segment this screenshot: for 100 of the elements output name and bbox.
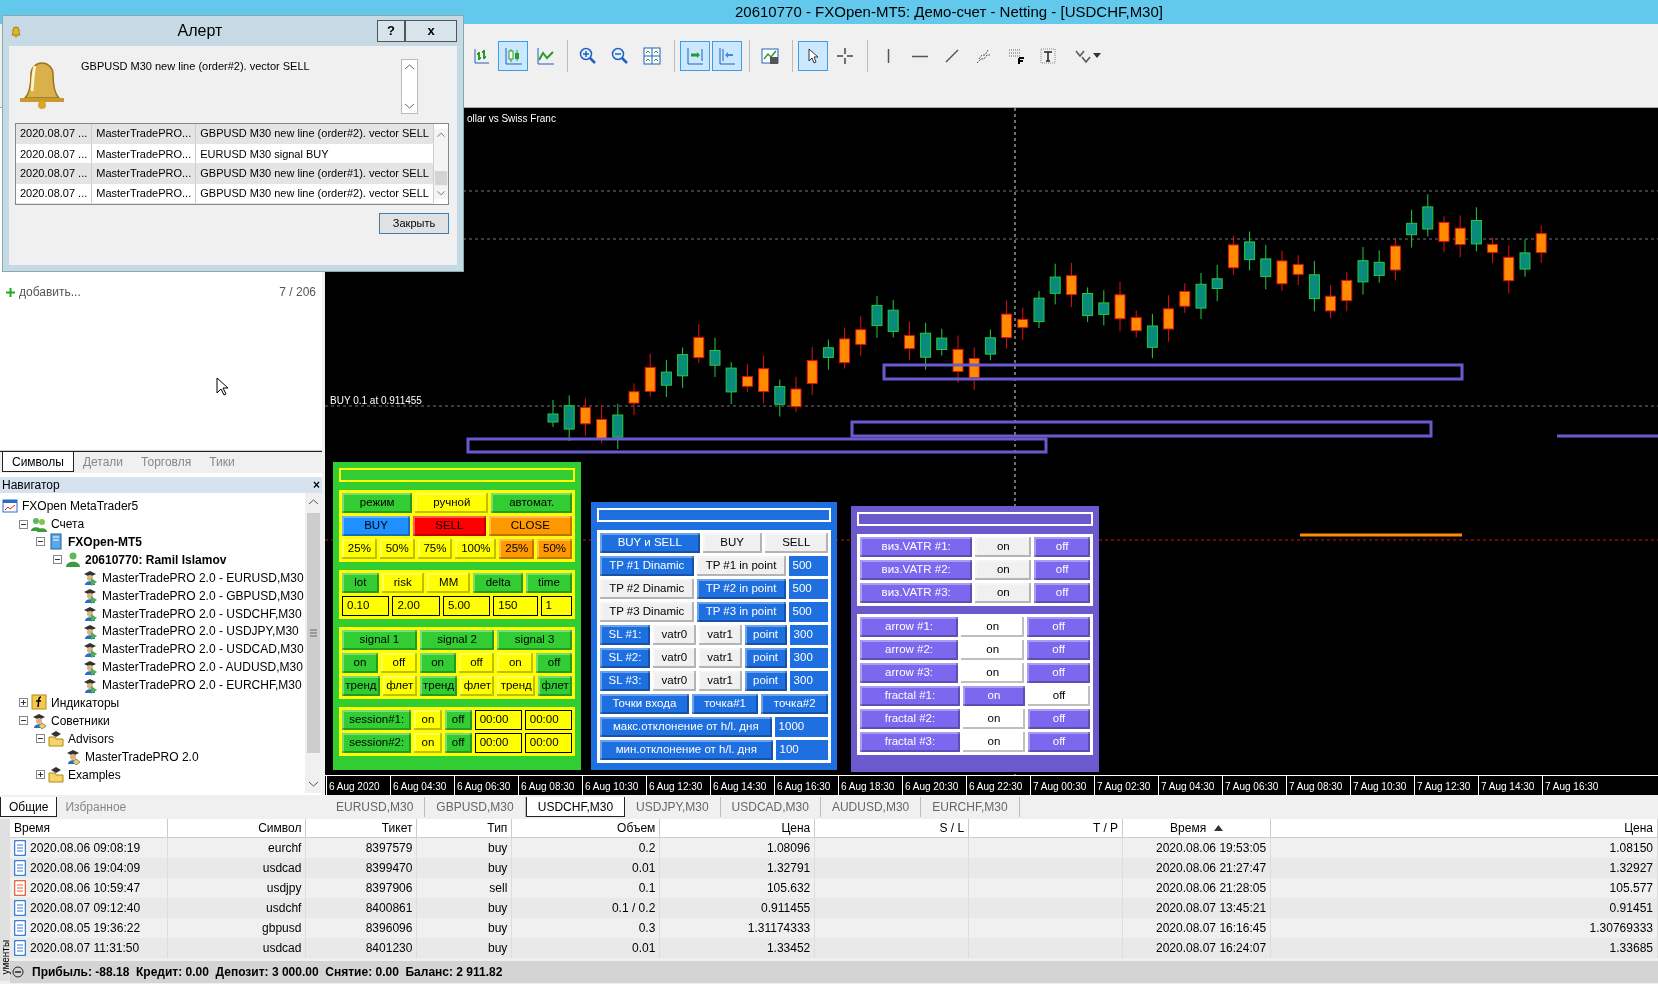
panel-button[interactable]: виз.VATR #2:	[860, 560, 973, 580]
panel-button[interactable]: флет	[538, 676, 572, 696]
panel-button[interactable]: on	[962, 732, 1026, 752]
value-field[interactable]: 5.00	[442, 596, 491, 616]
candlestick-button[interactable]	[498, 41, 528, 71]
panel-button[interactable]: off	[1027, 617, 1090, 637]
panel-button[interactable]: on	[961, 617, 1025, 637]
panel-button[interactable]: arrow #1:	[860, 617, 959, 637]
autoscroll-button[interactable]	[680, 41, 710, 71]
value-field[interactable]: 00:00	[524, 733, 573, 753]
collapse-icon[interactable]	[36, 537, 45, 547]
panel-button[interactable]: on	[961, 640, 1025, 660]
panel-button[interactable]: BUY	[702, 533, 762, 553]
panel-button[interactable]: BUY	[342, 516, 411, 536]
panel-button[interactable]: точка#2	[761, 694, 828, 714]
cursor-button[interactable]	[798, 41, 828, 71]
panel-button[interactable]: session#1:	[342, 710, 412, 730]
panel-button[interactable]: vatr0	[653, 671, 696, 691]
panel-button[interactable]: point	[744, 625, 787, 645]
panel-button[interactable]: off	[444, 733, 472, 753]
chart-tab[interactable]: USDJPY,M30	[625, 797, 721, 817]
chart-tab[interactable]: EURCHF,M30	[921, 797, 1020, 817]
panel-button[interactable]: тренд	[419, 676, 458, 696]
panel-button[interactable]: signal 3	[497, 630, 572, 650]
chart-tab[interactable]: USDCHF,M30	[525, 797, 626, 817]
value-field[interactable]: 1000	[774, 717, 828, 737]
panel-button[interactable]: мин.отклонение от h/l. дня	[600, 740, 773, 760]
panel-button[interactable]: point	[744, 671, 787, 691]
panel-button[interactable]: point	[744, 648, 787, 668]
panel-button[interactable]: CLOSE	[488, 516, 572, 536]
panel-button[interactable]: on	[962, 709, 1026, 729]
panel-button[interactable]: on	[419, 653, 456, 673]
panel-button[interactable]: тренд	[342, 676, 380, 696]
value-field[interactable]: 100	[775, 740, 828, 760]
value-field[interactable]: 300	[789, 648, 828, 668]
value-field[interactable]: 500	[788, 556, 828, 576]
panel-button[interactable]: on	[342, 653, 378, 673]
panel-button[interactable]: arrow #3:	[860, 663, 959, 683]
panel-button[interactable]: vatr1	[698, 671, 742, 691]
panel-button[interactable]: vatr1	[698, 625, 742, 645]
collapse-icon[interactable]	[19, 519, 28, 529]
value-field[interactable]: 300	[789, 625, 828, 645]
panel-button[interactable]: vatr0	[653, 625, 696, 645]
value-field[interactable]: 150	[493, 596, 538, 616]
tree-item[interactable]: MasterTradePRO 2.0 - USDCHF,M30	[102, 604, 302, 623]
panel-button[interactable]: on	[414, 733, 442, 753]
panel-button[interactable]: off	[536, 653, 572, 673]
panel-button[interactable]: Точки входа	[600, 694, 689, 714]
panel-button[interactable]: on	[975, 583, 1032, 603]
collapse-icon[interactable]	[36, 734, 45, 744]
panel-button[interactable]: fractal #2:	[860, 709, 960, 729]
column-header[interactable]: S / L	[814, 819, 969, 838]
panel-button[interactable]: off	[1028, 732, 1090, 752]
tree-item[interactable]: MasterTradePRO 2.0 - EURUSD,M30	[102, 568, 304, 587]
tab[interactable]: Общие	[0, 797, 58, 817]
panel-button[interactable]: time	[525, 573, 572, 593]
panel-button[interactable]: off	[444, 710, 472, 730]
panel-button[interactable]: TP #2 Dinamic	[600, 579, 694, 599]
chart-tab[interactable]: GBPUSD,M30	[425, 797, 526, 817]
value-field[interactable]: 1	[540, 596, 572, 616]
panel-button[interactable]: off	[380, 653, 417, 673]
value-field[interactable]: 00:00	[524, 710, 573, 730]
panel-button[interactable]: SL #2:	[600, 648, 650, 668]
panel-button[interactable]: fractal #1:	[860, 686, 960, 706]
panel-button[interactable]: delta	[473, 573, 523, 593]
tree-item[interactable]: MasterTradePRO 2.0 - USDJPY,M30	[102, 622, 299, 641]
panel-button[interactable]: SL #1:	[600, 625, 650, 645]
panel-button[interactable]: on	[414, 710, 442, 730]
tree-item[interactable]: MasterTradePRO 2.0 - GBPUSD,M30	[102, 586, 304, 605]
column-header[interactable]: Тикет	[305, 819, 417, 838]
tree-item[interactable]: MasterTradePRO 2.0 - USDCAD,M30	[102, 640, 304, 659]
panel-button[interactable]: TP #2 in point	[696, 579, 786, 599]
tree-item[interactable]: MasterTradePRO 2.0	[85, 747, 199, 766]
tree-item[interactable]: Advisors	[68, 729, 114, 748]
tree-item[interactable]: 20610770: Ramil Islamov	[85, 550, 227, 569]
panel-button[interactable]: fractal #3:	[860, 732, 960, 752]
panel-button[interactable]: SELL	[764, 533, 828, 553]
expand-icon[interactable]	[36, 770, 45, 780]
add-symbol-link[interactable]: добавить...	[19, 283, 81, 301]
panel-button[interactable]: виз.VATR #1:	[860, 537, 973, 557]
panel-button[interactable]: off	[1028, 686, 1090, 706]
scrollbar[interactable]	[305, 493, 322, 794]
column-header[interactable]: Символ	[168, 819, 306, 838]
panel-button[interactable]: MM	[426, 573, 471, 593]
panel-button[interactable]: 75%	[417, 539, 453, 559]
column-header[interactable]: Цена	[1270, 819, 1658, 838]
tree-item[interactable]: Счета	[51, 515, 85, 534]
chart-tab[interactable]: USDCAD,M30	[720, 797, 821, 817]
panel-button[interactable]: signal 2	[419, 630, 495, 650]
panel-button[interactable]: on	[497, 653, 534, 673]
dismiss-button[interactable]: Закрыть	[379, 213, 449, 234]
panel-button[interactable]: 50%	[379, 539, 415, 559]
collapse-icon[interactable]	[19, 716, 28, 726]
panel-button[interactable]: signal 1	[342, 630, 417, 650]
panel-button[interactable]: off	[1027, 663, 1090, 683]
panel-button[interactable]: 25%	[342, 539, 377, 559]
panel-button[interactable]: ручной	[415, 493, 489, 513]
panel-button[interactable]: vatr1	[698, 648, 742, 668]
panel-button[interactable]: флет	[460, 676, 495, 696]
panel-button[interactable]: режим	[342, 493, 413, 513]
